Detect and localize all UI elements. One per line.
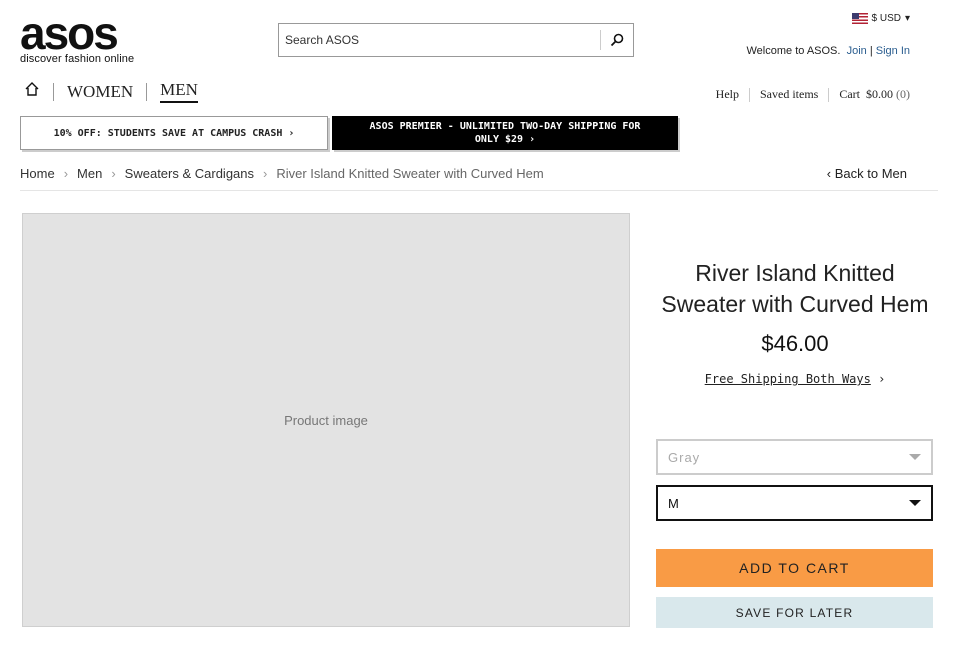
us-flag-icon bbox=[851, 13, 868, 24]
cart-label: Cart bbox=[839, 87, 860, 101]
product-title-line2: Sweater with Curved Hem bbox=[661, 291, 929, 317]
search-icon[interactable] bbox=[601, 24, 633, 56]
logo-wordmark: asos bbox=[20, 7, 119, 59]
product-image-placeholder: Product image bbox=[22, 213, 630, 627]
free-shipping-link[interactable]: Free Shipping Both Ways › bbox=[656, 372, 934, 386]
currency-label: $ USD bbox=[871, 13, 901, 24]
product-price: $46.00 bbox=[761, 331, 829, 356]
welcome-text: Welcome to ASOS. bbox=[746, 45, 841, 57]
welcome-separator: | bbox=[869, 45, 873, 57]
premier-promo-line2: ONLY $29 › bbox=[474, 134, 536, 145]
main-nav: WOMEN MEN bbox=[24, 80, 198, 103]
cart-total: $0.00 bbox=[866, 87, 893, 101]
student-promo-banner[interactable]: 10% OFF: STUDENTS SAVE AT CAMPUS CRASH › bbox=[20, 116, 328, 150]
nav-men[interactable]: MEN bbox=[160, 80, 198, 103]
util-divider bbox=[828, 87, 830, 102]
saved-items-link[interactable]: Saved items bbox=[760, 87, 818, 102]
breadcrumb-category[interactable]: Sweaters & Cardigans bbox=[125, 166, 254, 181]
home-icon[interactable] bbox=[24, 81, 40, 102]
premier-promo-line1: ASOS PREMIER - UNLIMITED TWO-DAY SHIPPIN… bbox=[369, 121, 641, 132]
chevron-right-icon: › bbox=[263, 166, 268, 181]
chevron-right-icon: › bbox=[111, 166, 116, 181]
size-select-value: M bbox=[668, 495, 679, 511]
breadcrumb-men[interactable]: Men bbox=[77, 166, 102, 181]
divider bbox=[20, 190, 938, 191]
chevron-down-icon bbox=[909, 454, 921, 460]
save-for-later-button[interactable]: SAVE FOR LATER bbox=[656, 597, 933, 628]
nav-divider bbox=[146, 82, 148, 101]
chevron-down-icon: ▾ bbox=[904, 13, 910, 24]
back-to-men-link[interactable]: ‹ Back to Men bbox=[827, 166, 907, 181]
free-shipping-text: Free Shipping Both Ways bbox=[704, 372, 871, 386]
cart-link[interactable]: Cart $0.00 (0) bbox=[839, 87, 910, 102]
add-to-cart-button[interactable]: ADD TO CART bbox=[656, 549, 933, 587]
chevron-right-icon: › bbox=[878, 372, 886, 386]
join-link[interactable]: Join bbox=[847, 45, 867, 57]
nav-women[interactable]: WOMEN bbox=[67, 82, 133, 102]
cart-count: (0) bbox=[896, 87, 910, 101]
chevron-down-icon bbox=[909, 500, 921, 506]
breadcrumb-home[interactable]: Home bbox=[20, 166, 55, 181]
logo-tagline: discover fashion online bbox=[20, 53, 135, 65]
size-select[interactable]: M bbox=[656, 485, 933, 521]
help-link[interactable]: Help bbox=[716, 87, 739, 102]
sign-in-link[interactable]: Sign In bbox=[876, 45, 910, 57]
currency-selector[interactable]: $ USD ▾ bbox=[851, 13, 910, 24]
utility-nav: Help Saved items Cart $0.00 (0) bbox=[716, 87, 910, 102]
search-input[interactable] bbox=[279, 24, 600, 56]
premier-promo-banner[interactable]: ASOS PREMIER - UNLIMITED TWO-DAY SHIPPIN… bbox=[332, 116, 678, 150]
color-select[interactable]: Gray bbox=[656, 439, 933, 475]
search-box bbox=[278, 23, 634, 57]
breadcrumb: Home › Men › Sweaters & Cardigans › Rive… bbox=[20, 166, 544, 181]
asos-logo[interactable]: asos discover fashion online bbox=[20, 7, 135, 65]
welcome-bar: Welcome to ASOS. Join | Sign In bbox=[747, 45, 911, 57]
nav-divider bbox=[53, 82, 54, 101]
color-select-value: Gray bbox=[668, 449, 701, 465]
chevron-right-icon: › bbox=[63, 166, 69, 181]
breadcrumb-current: River Island Knitted Sweater with Curved… bbox=[276, 166, 544, 181]
product-title-line1: River Island Knitted bbox=[695, 260, 895, 286]
image-placeholder-label: Product image bbox=[284, 412, 368, 428]
product-title: River Island Knitted Sweater with Curved… bbox=[656, 258, 934, 320]
util-divider bbox=[749, 87, 750, 102]
